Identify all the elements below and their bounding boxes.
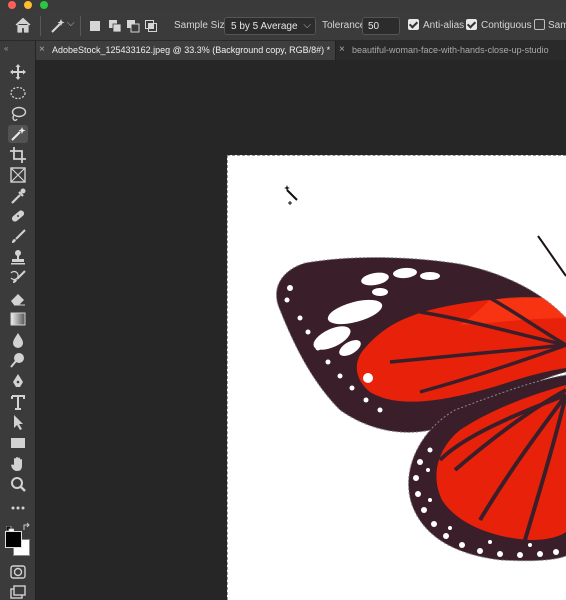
document-canvas[interactable] bbox=[227, 155, 566, 600]
zoom-tool-icon[interactable] bbox=[8, 475, 28, 493]
marquee-tool-icon[interactable] bbox=[8, 84, 28, 102]
healing-brush-tool-icon[interactable] bbox=[8, 207, 28, 225]
move-tool-icon[interactable] bbox=[8, 63, 28, 81]
type-tool-icon[interactable] bbox=[8, 393, 28, 411]
intersect-selection-icon[interactable] bbox=[144, 19, 158, 33]
tolerance-input[interactable]: 50 bbox=[362, 17, 400, 35]
default-colors-icon[interactable] bbox=[5, 521, 15, 535]
path-selection-tool-icon[interactable] bbox=[8, 413, 28, 431]
chevron-down-icon: ⌵ bbox=[303, 20, 311, 31]
close-icon[interactable]: × bbox=[39, 44, 45, 55]
contiguous-checkbox[interactable] bbox=[466, 19, 477, 30]
sample-all-layers-label: Samp bbox=[548, 20, 566, 31]
zoom-window-button[interactable] bbox=[40, 1, 48, 9]
contiguous-label: Contiguous bbox=[481, 20, 532, 31]
chevron-down-icon[interactable]: ⌵ bbox=[67, 18, 75, 29]
crop-tool-icon[interactable] bbox=[8, 146, 28, 164]
lasso-tool-icon[interactable] bbox=[8, 105, 28, 123]
close-icon[interactable]: × bbox=[339, 44, 345, 55]
blur-tool-icon[interactable] bbox=[8, 331, 28, 349]
sample-all-layers-checkbox[interactable] bbox=[534, 19, 545, 30]
quick-mask-icon[interactable] bbox=[8, 563, 28, 581]
tab-adobestock-document[interactable]: × AdobeStock_125433162.jpeg @ 33.3% (Bac… bbox=[36, 41, 336, 60]
magic-wand-tool-icon[interactable] bbox=[8, 125, 28, 143]
magic-wand-icon[interactable] bbox=[48, 17, 68, 35]
anti-alias-label: Anti-alias bbox=[423, 20, 465, 31]
tab-label: beautiful-woman-face-with-hands-close-up… bbox=[352, 45, 549, 55]
dodge-tool-icon[interactable] bbox=[8, 351, 28, 369]
history-brush-tool-icon[interactable] bbox=[8, 269, 28, 287]
magic-wand-cursor-icon bbox=[281, 184, 301, 206]
new-selection-icon[interactable] bbox=[88, 19, 102, 33]
options-separator bbox=[80, 16, 81, 36]
chevron-double-icon[interactable]: « bbox=[4, 44, 8, 53]
tab-beautiful-woman-document[interactable]: × beautiful-woman-face-with-hands-close-… bbox=[336, 41, 566, 60]
swap-colors-icon[interactable] bbox=[22, 519, 32, 530]
anti-alias-checkbox[interactable] bbox=[408, 19, 419, 30]
tolerance-value: 50 bbox=[368, 21, 380, 32]
gradient-tool-icon[interactable] bbox=[8, 310, 28, 328]
eyedropper-tool-icon[interactable] bbox=[8, 187, 28, 205]
add-to-selection-icon[interactable] bbox=[108, 19, 122, 33]
screen-mode-icon[interactable] bbox=[8, 583, 28, 600]
tab-label: AdobeStock_125433162.jpeg @ 33.3% (Backg… bbox=[52, 45, 331, 55]
document-tab-bar: × AdobeStock_125433162.jpeg @ 33.3% (Bac… bbox=[36, 41, 566, 60]
clone-stamp-tool-icon[interactable] bbox=[8, 248, 28, 266]
rectangle-tool-icon[interactable] bbox=[8, 434, 28, 452]
sample-size-value: 5 by 5 Average bbox=[231, 21, 298, 32]
window-title-bar bbox=[0, 0, 566, 10]
eraser-tool-icon[interactable] bbox=[8, 289, 28, 307]
subtract-from-selection-icon[interactable] bbox=[126, 19, 140, 33]
home-icon[interactable] bbox=[14, 17, 32, 34]
toolbox: « bbox=[0, 41, 36, 600]
pen-tool-icon[interactable] bbox=[8, 372, 28, 390]
frame-tool-icon[interactable] bbox=[8, 166, 28, 184]
close-window-button[interactable] bbox=[8, 1, 16, 9]
more-tools-icon[interactable] bbox=[8, 499, 28, 517]
brush-tool-icon[interactable] bbox=[8, 228, 28, 246]
options-bar: ⌵ Sample Size: 5 by 5 Average ⌵ Toleranc… bbox=[0, 10, 566, 41]
hand-tool-icon[interactable] bbox=[8, 455, 28, 473]
sample-size-dropdown[interactable]: 5 by 5 Average ⌵ bbox=[224, 17, 316, 35]
options-separator bbox=[40, 16, 41, 36]
foreground-color-swatch[interactable] bbox=[5, 531, 22, 548]
minimize-window-button[interactable] bbox=[24, 1, 32, 9]
